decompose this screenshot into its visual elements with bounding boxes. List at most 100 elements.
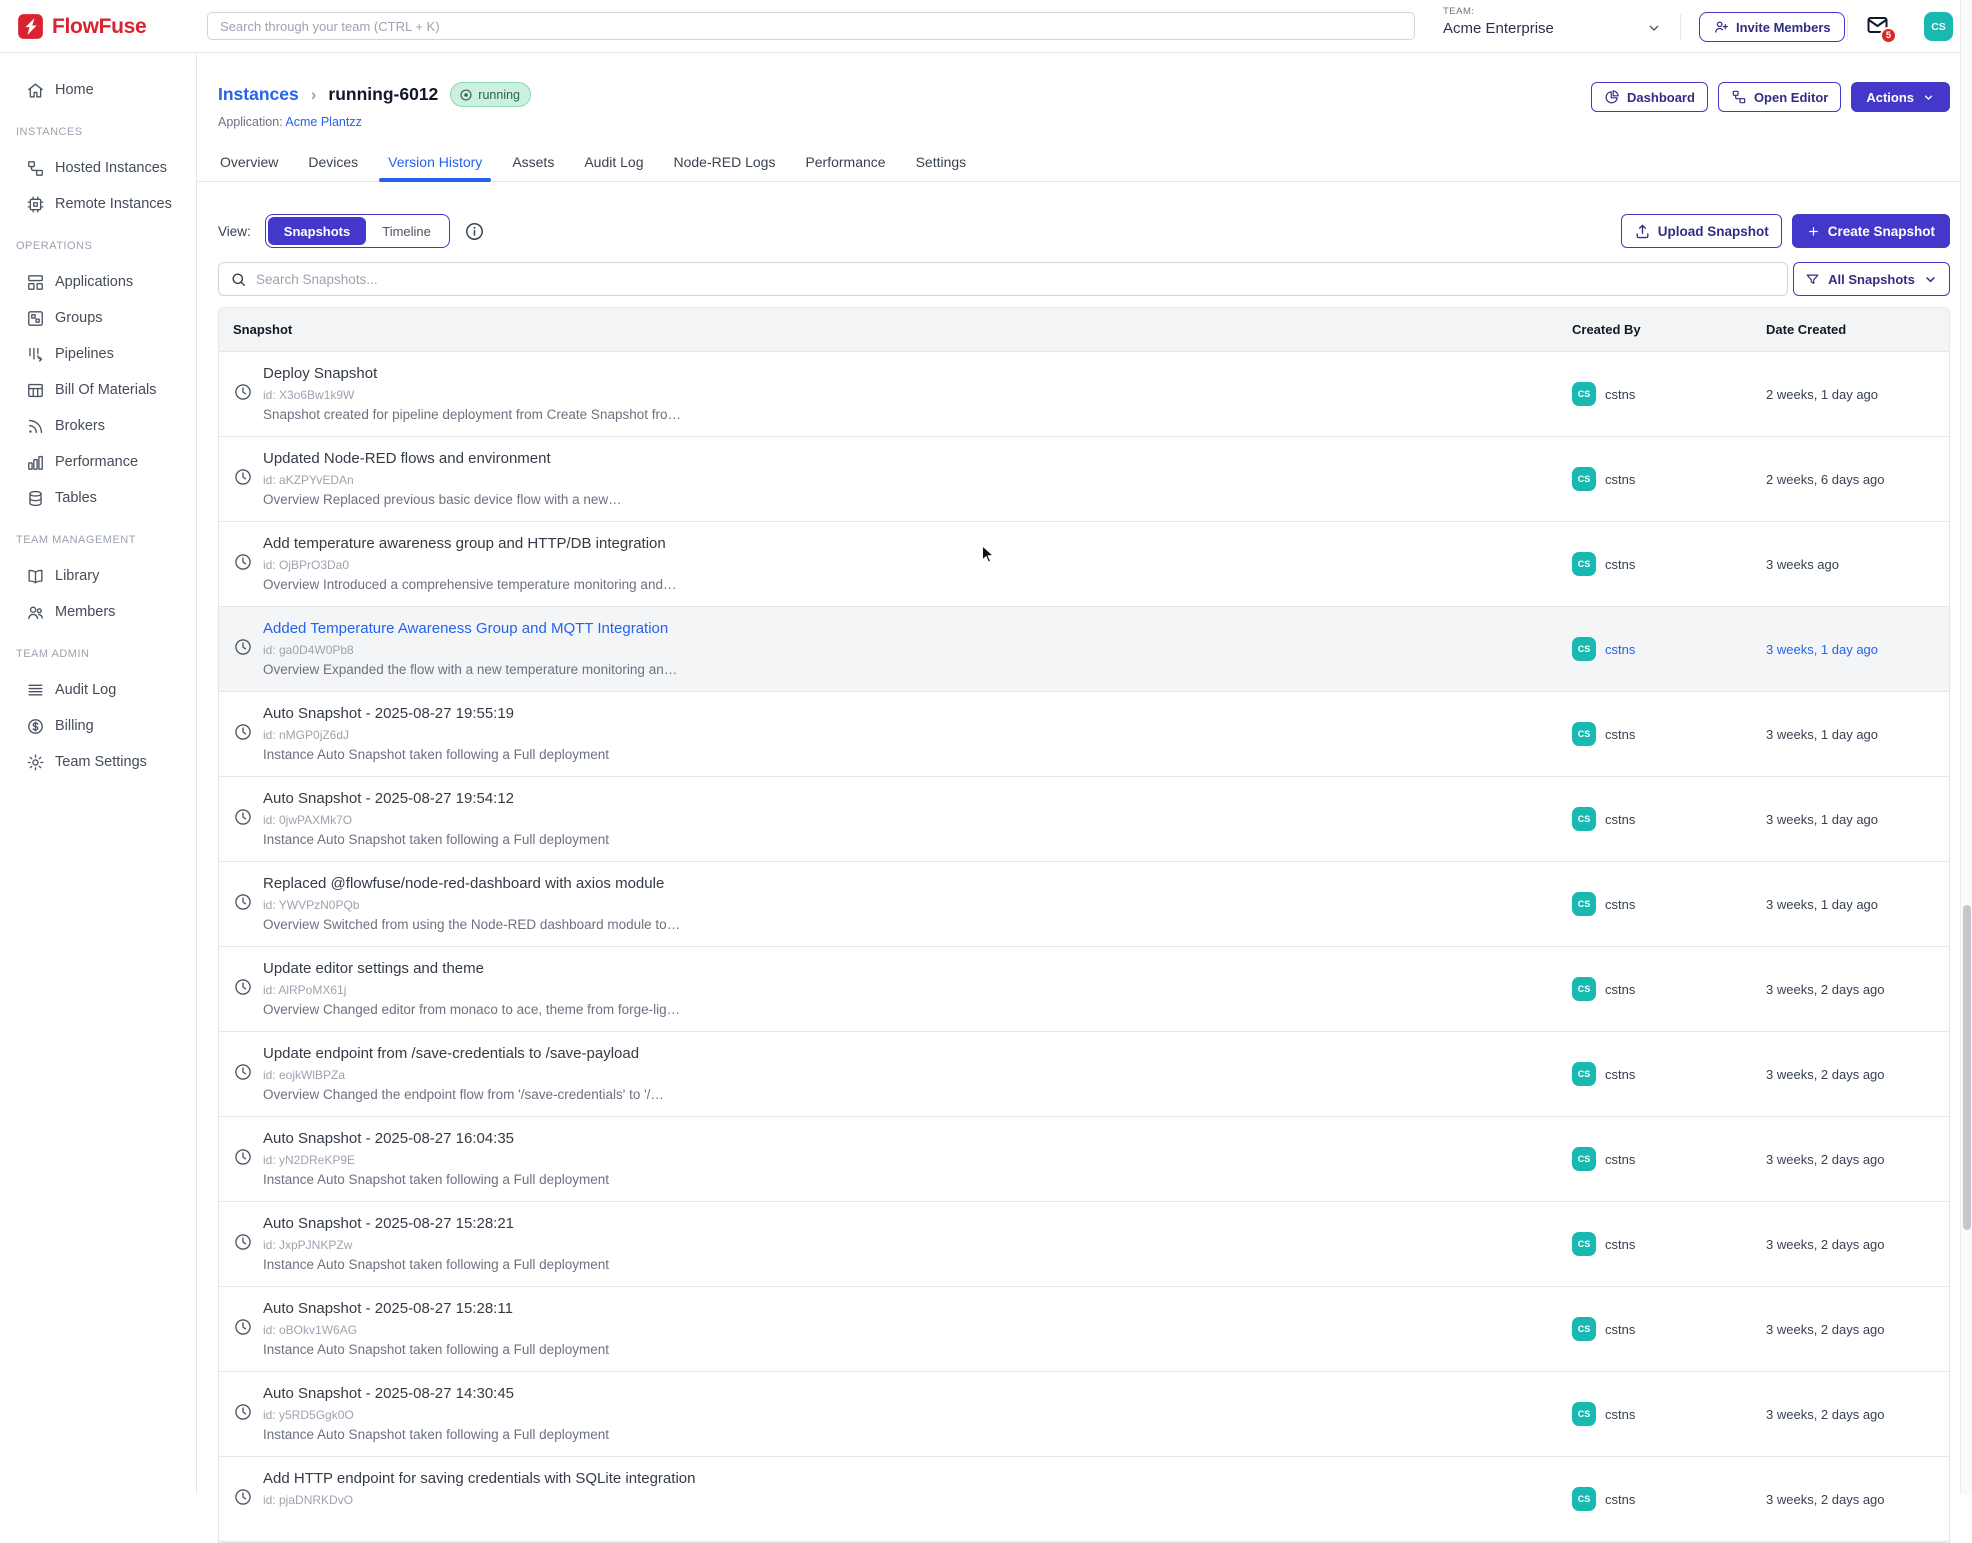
- remote-instances-icon: [26, 195, 45, 214]
- tab-assets[interactable]: Assets: [510, 146, 556, 182]
- team-search-input[interactable]: [207, 12, 1415, 40]
- table-row[interactable]: Update editor settings and theme id: AlR…: [219, 947, 1949, 1032]
- instance-actions: Dashboard Open Editor Actions: [1591, 82, 1950, 112]
- table-row[interactable]: Auto Snapshot - 2025-08-27 15:28:21 id: …: [219, 1202, 1949, 1287]
- table-row[interactable]: Updated Node-RED flows and environment i…: [219, 437, 1949, 522]
- invite-members-button[interactable]: Invite Members: [1699, 12, 1845, 42]
- table-row[interactable]: Add HTTP endpoint for saving credentials…: [219, 1457, 1949, 1542]
- sidebar-item-applications[interactable]: Applications: [0, 268, 196, 296]
- team-selector[interactable]: TEAM: Acme Enterprise: [1443, 6, 1668, 48]
- tab-node-red-logs[interactable]: Node-RED Logs: [672, 146, 778, 182]
- chevron-down-icon[interactable]: [1646, 20, 1662, 36]
- snapshot-date: 3 weeks, 1 day ago: [1766, 812, 1878, 827]
- sidebar-section-label: INSTANCES: [0, 126, 196, 138]
- snapshot-filter-dropdown[interactable]: All Snapshots: [1793, 262, 1950, 296]
- team-settings-icon: [26, 753, 45, 772]
- user-avatar[interactable]: CS: [1924, 12, 1953, 41]
- dashboard-button-label: Dashboard: [1627, 90, 1695, 105]
- creator-name: cstns: [1605, 1237, 1635, 1252]
- table-row[interactable]: Auto Snapshot - 2025-08-27 14:30:45 id: …: [219, 1372, 1949, 1457]
- creator-avatar: CS: [1572, 807, 1596, 831]
- person-plus-icon: [1713, 19, 1729, 35]
- snapshot-title: Add temperature awareness group and HTTP…: [263, 535, 666, 552]
- clock-icon: [233, 1232, 253, 1252]
- table-row[interactable]: Replaced @flowfuse/node-red-dashboard wi…: [219, 862, 1949, 947]
- snapshot-creator: CS cstns: [1572, 552, 1635, 576]
- home-icon: [26, 81, 45, 100]
- invite-members-label: Invite Members: [1736, 20, 1831, 35]
- table-row[interactable]: Auto Snapshot - 2025-08-27 15:28:11 id: …: [219, 1287, 1949, 1372]
- sidebar-item-billing[interactable]: Billing: [0, 712, 196, 740]
- creator-name: cstns: [1605, 642, 1635, 657]
- table-row[interactable]: Added Temperature Awareness Group and MQ…: [219, 607, 1949, 692]
- pipelines-icon: [26, 345, 45, 364]
- pie-chart-icon: [1604, 89, 1620, 105]
- clock-icon: [233, 1487, 253, 1507]
- creator-name: cstns: [1605, 1407, 1635, 1422]
- sidebar-item-team-settings[interactable]: Team Settings: [0, 748, 196, 776]
- clock-icon: [233, 637, 253, 657]
- creator-name: cstns: [1605, 897, 1635, 912]
- info-icon[interactable]: [464, 221, 485, 242]
- sidebar-item-bill-of-materials[interactable]: Bill Of Materials: [0, 376, 196, 404]
- sidebar-item-remote-instances[interactable]: Remote Instances: [0, 190, 196, 218]
- tab-version-history[interactable]: Version History: [386, 146, 484, 182]
- table-row[interactable]: Deploy Snapshot id: X3o6Bw1k9W Snapshot …: [219, 352, 1949, 437]
- column-header-snapshot: Snapshot: [233, 308, 292, 352]
- scrollbar-thumb[interactable]: [1963, 905, 1971, 1230]
- snapshot-id: id: eojkWlBPZa: [263, 1068, 345, 1082]
- snapshot-date: 2 weeks, 6 days ago: [1766, 472, 1885, 487]
- application-link[interactable]: Acme Plantzz: [285, 115, 361, 129]
- tab-devices[interactable]: Devices: [306, 146, 360, 182]
- view-segment-timeline[interactable]: Timeline: [366, 217, 447, 245]
- actions-button[interactable]: Actions: [1851, 82, 1950, 112]
- sidebar-item-performance[interactable]: Performance: [0, 448, 196, 476]
- creator-name: cstns: [1605, 557, 1635, 572]
- sidebar-item-groups[interactable]: Groups: [0, 304, 196, 332]
- status-badge: running: [450, 82, 531, 107]
- table-row[interactable]: Auto Snapshot - 2025-08-27 19:55:19 id: …: [219, 692, 1949, 777]
- tab-settings[interactable]: Settings: [914, 146, 969, 182]
- view-segment-snapshots[interactable]: Snapshots: [268, 217, 366, 245]
- sidebar-item-hosted-instances[interactable]: Hosted Instances: [0, 154, 196, 182]
- table-row[interactable]: Add temperature awareness group and HTTP…: [219, 522, 1949, 607]
- tab-overview[interactable]: Overview: [218, 146, 280, 182]
- creator-avatar: CS: [1572, 1232, 1596, 1256]
- tab-audit-log[interactable]: Audit Log: [582, 146, 645, 182]
- open-editor-button[interactable]: Open Editor: [1718, 82, 1841, 112]
- create-snapshot-label: Create Snapshot: [1828, 224, 1935, 239]
- sidebar-item-label: Hosted Instances: [55, 160, 167, 176]
- sidebar-item-library[interactable]: Library: [0, 562, 196, 590]
- snapshot-id: id: OjBPrO3Da0: [263, 558, 349, 572]
- sidebar-item-pipelines[interactable]: Pipelines: [0, 340, 196, 368]
- dashboard-button[interactable]: Dashboard: [1591, 82, 1708, 112]
- snapshot-date: 2 weeks, 1 day ago: [1766, 387, 1878, 402]
- tab-performance[interactable]: Performance: [803, 146, 887, 182]
- snapshot-date: 3 weeks, 2 days ago: [1766, 1067, 1885, 1082]
- snapshot-search: [218, 262, 1788, 296]
- column-header-date-created: Date Created: [1766, 308, 1846, 352]
- snapshot-creator: CS cstns: [1572, 1062, 1635, 1086]
- snapshot-search-input[interactable]: [256, 272, 1776, 287]
- sidebar-item-label: Team Settings: [55, 754, 147, 770]
- flowfuse-logo[interactable]: FlowFuse: [17, 13, 146, 40]
- table-row[interactable]: Update endpoint from /save-credentials t…: [219, 1032, 1949, 1117]
- sidebar-item-members[interactable]: Members: [0, 598, 196, 626]
- snapshot-date: 3 weeks ago: [1766, 557, 1839, 572]
- snapshot-title: Add HTTP endpoint for saving credentials…: [263, 1470, 695, 1487]
- sidebar-section: OPERATIONS Applications Groups Pipelines…: [0, 240, 196, 512]
- sidebar-item-brokers[interactable]: Brokers: [0, 412, 196, 440]
- create-snapshot-button[interactable]: Create Snapshot: [1792, 214, 1950, 248]
- upload-snapshot-button[interactable]: Upload Snapshot: [1621, 214, 1782, 248]
- sidebar-item-home[interactable]: Home: [0, 76, 196, 104]
- breadcrumb-instances-link[interactable]: Instances: [218, 84, 299, 105]
- snapshot-description: Instance Auto Snapshot taken following a…: [263, 1257, 609, 1272]
- table-row[interactable]: Auto Snapshot - 2025-08-27 19:54:12 id: …: [219, 777, 1949, 862]
- performance-icon: [26, 453, 45, 472]
- sidebar-item-audit-log[interactable]: Audit Log: [0, 676, 196, 704]
- sidebar-section-label: TEAM ADMIN: [0, 648, 196, 660]
- sidebar-item-tables[interactable]: Tables: [0, 484, 196, 512]
- table-row[interactable]: Auto Snapshot - 2025-08-27 16:04:35 id: …: [219, 1117, 1949, 1202]
- snapshot-id: id: y5RD5Ggk0O: [263, 1408, 354, 1422]
- snapshot-creator: CS cstns: [1572, 977, 1635, 1001]
